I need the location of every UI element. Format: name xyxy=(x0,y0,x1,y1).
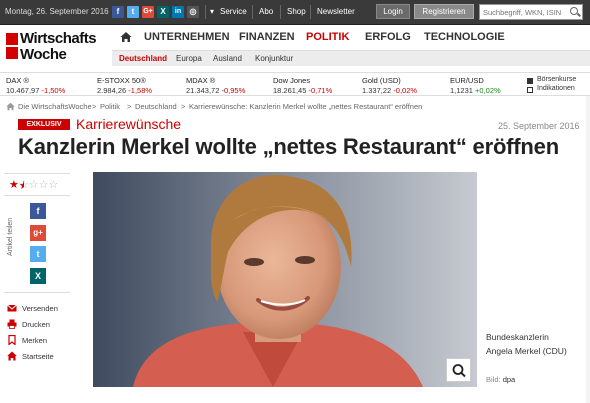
linkedin-icon[interactable]: in xyxy=(172,6,184,18)
rating-stars[interactable]: ★☆★☆☆☆ xyxy=(9,178,59,192)
breadcrumb-separator: > xyxy=(92,102,97,111)
ticker-value: 21.343,72 -0,95% xyxy=(186,86,246,95)
ticker-value: 10.467,97 -1,50% xyxy=(6,86,66,95)
service-link[interactable]: Service xyxy=(220,7,247,16)
xing-share-icon[interactable]: X xyxy=(30,268,46,284)
divider xyxy=(205,5,206,19)
logo-text[interactable]: Wirtschafts xyxy=(20,30,97,47)
shop-link[interactable]: Shop xyxy=(287,7,306,16)
divider xyxy=(280,5,281,19)
article-headline: Kanzlerin Merkel wollte „nettes Restaura… xyxy=(18,134,559,159)
newsletter-link[interactable]: Newsletter xyxy=(317,7,355,16)
nav-politik[interactable]: POLITIK xyxy=(306,31,349,43)
article-kicker: Karrierewünsche xyxy=(76,116,182,132)
ticker-name[interactable]: E-STOXX 50® xyxy=(97,76,146,85)
photo-illustration xyxy=(93,172,477,387)
register-button[interactable]: Registrieren xyxy=(414,4,474,19)
home-icon[interactable] xyxy=(120,31,132,43)
divider xyxy=(4,292,70,293)
home-icon[interactable] xyxy=(6,102,15,111)
divider xyxy=(4,195,70,196)
magnifier-icon[interactable] xyxy=(447,359,472,383)
divider xyxy=(4,173,70,174)
divider xyxy=(252,5,253,19)
square-icon xyxy=(527,87,533,93)
ticker-value: 2.984,26 -1,58% xyxy=(97,86,153,95)
googleplus-icon[interactable]: G+ xyxy=(142,6,154,18)
indikationen-link[interactable]: Indikationen xyxy=(537,85,575,92)
ticker-value: 1,1231 +0,02% xyxy=(450,86,501,95)
nav-unternehmen[interactable]: UNTERNEHMEN xyxy=(144,31,230,43)
nav-technologie[interactable]: TECHNOLOGIE xyxy=(424,31,505,43)
divider xyxy=(310,5,311,19)
abo-link[interactable]: Abo xyxy=(259,7,273,16)
breadcrumb-separator: > xyxy=(127,102,132,111)
star-icon[interactable]: ☆ xyxy=(39,179,49,191)
subnav-ausland[interactable]: Ausland xyxy=(213,54,242,63)
mail-icon[interactable] xyxy=(7,303,17,313)
ticker-name[interactable]: Dow Jones xyxy=(273,76,310,85)
exclusive-badge: EXKLUSIV xyxy=(18,119,70,130)
facebook-icon[interactable]: f xyxy=(112,6,124,18)
breadcrumb-current: Karrierewünsche: Kanzlerin Merkel wollte… xyxy=(189,102,423,111)
subnav-europa[interactable]: Europa xyxy=(176,54,202,63)
twitter-share-icon[interactable]: t xyxy=(30,246,46,262)
square-icon xyxy=(527,78,533,84)
breadcrumb-item[interactable]: Politik xyxy=(100,102,120,111)
googleplus-share-icon[interactable]: g+ xyxy=(30,225,46,241)
image-caption: Angela Merkel (CDU) xyxy=(486,346,567,356)
send-link[interactable]: Versenden xyxy=(22,304,58,313)
logo-mark[interactable] xyxy=(6,47,18,59)
subnav-deutschland[interactable]: Deutschland xyxy=(119,54,167,63)
logo-text[interactable]: Woche xyxy=(20,46,67,63)
nav-finanzen[interactable]: FINANZEN xyxy=(239,31,295,43)
login-button[interactable]: Login xyxy=(376,4,410,19)
zoom-button[interactable] xyxy=(446,358,471,382)
search-input[interactable] xyxy=(479,4,583,20)
instagram-icon[interactable]: ◎ xyxy=(187,6,199,18)
ticker-name[interactable]: Gold (USD) xyxy=(362,76,401,85)
ticker-name[interactable]: DAX ® xyxy=(6,76,29,85)
home-icon[interactable] xyxy=(7,351,17,361)
article-date: 25. September 2016 xyxy=(498,121,580,131)
homepage-link[interactable]: Startseite xyxy=(22,352,54,361)
boersenkurse-link[interactable]: Börsenkurse xyxy=(537,76,576,83)
page-edge xyxy=(586,96,590,403)
breadcrumb-item[interactable]: Die WirtschaftsWoche xyxy=(18,102,92,111)
star-icon[interactable]: ☆ xyxy=(49,179,59,191)
ticker-value: 1.337,22 -0,02% xyxy=(362,86,418,95)
ticker-name[interactable]: MDAX ® xyxy=(186,76,215,85)
image-caption: Bundeskanzlerin xyxy=(486,332,549,342)
star-icon[interactable]: ★ xyxy=(9,179,19,191)
bookmark-icon[interactable] xyxy=(7,335,17,345)
ticker-value: 18.261,45 -0,71% xyxy=(273,86,333,95)
ticker-name[interactable]: EUR/USD xyxy=(450,76,484,85)
current-date: Montag, 26. September 2016 xyxy=(5,7,109,16)
print-icon[interactable] xyxy=(7,319,17,329)
logo-mark[interactable] xyxy=(6,33,18,45)
bookmark-link[interactable]: Merken xyxy=(22,336,47,345)
article-photo[interactable] xyxy=(93,172,477,387)
facebook-share-icon[interactable]: f xyxy=(30,203,46,219)
subnav-konjunktur[interactable]: Konjunktur xyxy=(255,54,293,63)
share-label: Artikel teilen xyxy=(7,217,14,256)
xing-icon[interactable]: X xyxy=(157,6,169,18)
breadcrumb-item[interactable]: Deutschland xyxy=(135,102,177,111)
nav-erfolg[interactable]: ERFOLG xyxy=(365,31,411,43)
breadcrumb-separator: > xyxy=(181,102,186,111)
image-credit: Bild: dpa xyxy=(486,375,516,384)
chevron-down-icon: ▾ xyxy=(210,7,215,16)
twitter-icon[interactable]: t xyxy=(127,6,139,18)
print-link[interactable]: Drucken xyxy=(22,320,50,329)
star-half-icon[interactable]: ☆★ xyxy=(19,179,29,192)
star-icon[interactable]: ☆ xyxy=(29,179,39,191)
search-icon[interactable] xyxy=(570,7,578,15)
